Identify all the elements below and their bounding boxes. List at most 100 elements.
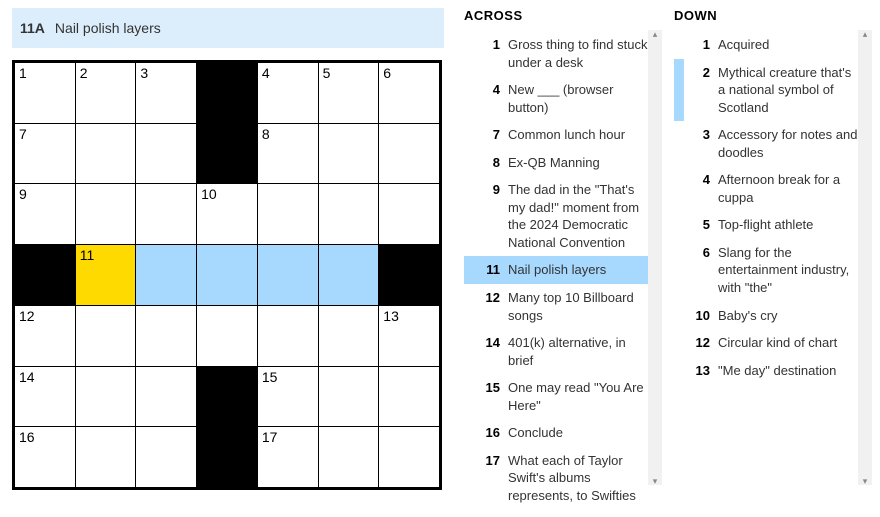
across-clue-list[interactable]: 1Gross thing to find stuck under a desk4…: [464, 31, 658, 509]
grid-cell[interactable]: 14: [15, 367, 75, 427]
grid-cell[interactable]: [197, 306, 257, 366]
grid-cell[interactable]: 9: [15, 184, 75, 244]
clue-number: 4: [474, 81, 500, 116]
grid-cell[interactable]: [136, 184, 196, 244]
grid-cell[interactable]: [76, 184, 136, 244]
current-clue-text: Nail polish layers: [55, 20, 161, 36]
crossword-grid[interactable]: 1234567891011121314151617: [12, 60, 442, 490]
clue-row[interactable]: 7 Common lunch hour: [464, 121, 652, 149]
grid-cell[interactable]: [136, 306, 196, 366]
grid-cell[interactable]: [136, 427, 196, 487]
grid-cell[interactable]: [319, 184, 379, 244]
grid-cell[interactable]: 2: [76, 63, 136, 123]
grid-cell[interactable]: [319, 245, 379, 305]
across-column: ACROSS 1Gross thing to find stuck under …: [464, 8, 658, 509]
grid-cell[interactable]: [76, 306, 136, 366]
grid-cell[interactable]: [136, 245, 196, 305]
cell-number: 9: [19, 186, 27, 202]
grid-cell[interactable]: 13: [379, 306, 439, 366]
clue-text: Conclude: [508, 424, 648, 442]
grid-cell[interactable]: 17: [258, 427, 318, 487]
grid-cell[interactable]: 7: [15, 124, 75, 184]
clue-row[interactable]: 12Many top 10 Billboard songs: [464, 284, 652, 329]
grid-cell[interactable]: [379, 367, 439, 427]
grid-cell[interactable]: 8: [258, 124, 318, 184]
clue-text: Gross thing to find stuck under a desk: [508, 36, 648, 71]
scroll-down-icon[interactable]: ▾: [648, 477, 662, 485]
scrollbar[interactable]: ▴ ▾: [858, 30, 872, 485]
clue-row[interactable]: 10Baby's cry: [674, 302, 862, 330]
down-clue-list[interactable]: 1Acquired2Mythical creature that's a nat…: [674, 31, 868, 384]
grid-cell[interactable]: 6: [379, 63, 439, 123]
grid-cell[interactable]: 3: [136, 63, 196, 123]
clue-row[interactable]: 1Gross thing to find stuck under a desk: [464, 31, 652, 76]
grid-cell[interactable]: 5: [319, 63, 379, 123]
clue-row[interactable]: 9The dad in the "That's my dad!" moment …: [464, 176, 652, 256]
clue-row[interactable]: 13"Me day" destination: [674, 357, 862, 385]
grid-cell[interactable]: [319, 306, 379, 366]
grid-cell[interactable]: 1: [15, 63, 75, 123]
clue-row[interactable]: 12Circular kind of chart: [674, 329, 862, 357]
grid-cell[interactable]: 4: [258, 63, 318, 123]
scroll-down-icon[interactable]: ▾: [858, 477, 872, 485]
clue-row[interactable]: 16Conclude: [464, 419, 652, 447]
grid-cell-black: [197, 63, 257, 123]
clue-row[interactable]: 4New ___ (browser button): [464, 76, 652, 121]
clue-row[interactable]: 4Afternoon break for a cuppa: [674, 166, 862, 211]
grid-cell[interactable]: [379, 124, 439, 184]
grid-cell[interactable]: 16: [15, 427, 75, 487]
clue-row[interactable]: 6Slang for the entertainment industry, w…: [674, 239, 862, 302]
clue-row[interactable]: 14401(k) alternative, in brief: [464, 329, 652, 374]
clue-row[interactable]: 15One may read "You Are Here": [464, 374, 652, 419]
clue-text: What each of Taylor Swift's albums repre…: [508, 452, 648, 505]
grid-cell[interactable]: [319, 367, 379, 427]
grid-cell[interactable]: 10: [197, 184, 257, 244]
cell-number: 2: [80, 65, 88, 81]
grid-cell[interactable]: 15: [258, 367, 318, 427]
clue-row[interactable]: 8Ex-QB Manning: [464, 149, 652, 177]
clue-text: Common lunch hour: [508, 126, 648, 144]
grid-cell[interactable]: [76, 124, 136, 184]
grid-cell[interactable]: 12: [15, 306, 75, 366]
grid-cell-black: [197, 367, 257, 427]
down-column: DOWN 1Acquired2Mythical creature that's …: [674, 8, 868, 509]
scroll-up-icon[interactable]: ▴: [648, 30, 662, 38]
grid-cell[interactable]: [136, 367, 196, 427]
cell-number: 7: [19, 126, 27, 142]
clue-number: 6: [684, 244, 710, 297]
grid-cell[interactable]: [319, 124, 379, 184]
clue-number: 12: [684, 334, 710, 352]
grid-cell[interactable]: [258, 306, 318, 366]
grid-cell[interactable]: [379, 184, 439, 244]
left-panel: 11A Nail polish layers 12345678910111213…: [12, 8, 444, 509]
scrollbar[interactable]: ▴ ▾: [648, 30, 662, 485]
clue-row[interactable]: 11Nail polish layers: [464, 256, 652, 284]
clue-row[interactable]: 2Mythical creature that's a national sym…: [674, 59, 862, 122]
grid-cell[interactable]: [258, 184, 318, 244]
clue-number: 2: [684, 64, 710, 117]
clue-number: 1: [684, 36, 710, 54]
grid-cell[interactable]: [136, 124, 196, 184]
clue-row[interactable]: 5Top-flight athlete: [674, 211, 862, 239]
cell-number: 15: [262, 369, 278, 385]
grid-cell[interactable]: [258, 245, 318, 305]
crossword-layout: 11A Nail polish layers 12345678910111213…: [0, 0, 880, 517]
clue-number: 3: [684, 126, 710, 161]
grid-cell[interactable]: [76, 427, 136, 487]
scroll-up-icon[interactable]: ▴: [858, 30, 872, 38]
clue-row[interactable]: 17What each of Taylor Swift's albums rep…: [464, 447, 652, 510]
cell-number: 6: [383, 65, 391, 81]
grid-cell[interactable]: 11: [76, 245, 136, 305]
clue-text: Slang for the entertainment industry, wi…: [718, 244, 858, 297]
grid-cell[interactable]: [379, 427, 439, 487]
grid-cell[interactable]: [319, 427, 379, 487]
grid-cell[interactable]: [197, 245, 257, 305]
down-title: DOWN: [674, 8, 868, 23]
cell-number: 10: [201, 186, 217, 202]
grid-cell[interactable]: [76, 367, 136, 427]
clue-row[interactable]: 1Acquired: [674, 31, 862, 59]
clue-number: 7: [474, 126, 500, 144]
clue-row[interactable]: 3Accessory for notes and doodles: [674, 121, 862, 166]
grid-cell-black: [197, 124, 257, 184]
clue-text: Top-flight athlete: [718, 216, 858, 234]
